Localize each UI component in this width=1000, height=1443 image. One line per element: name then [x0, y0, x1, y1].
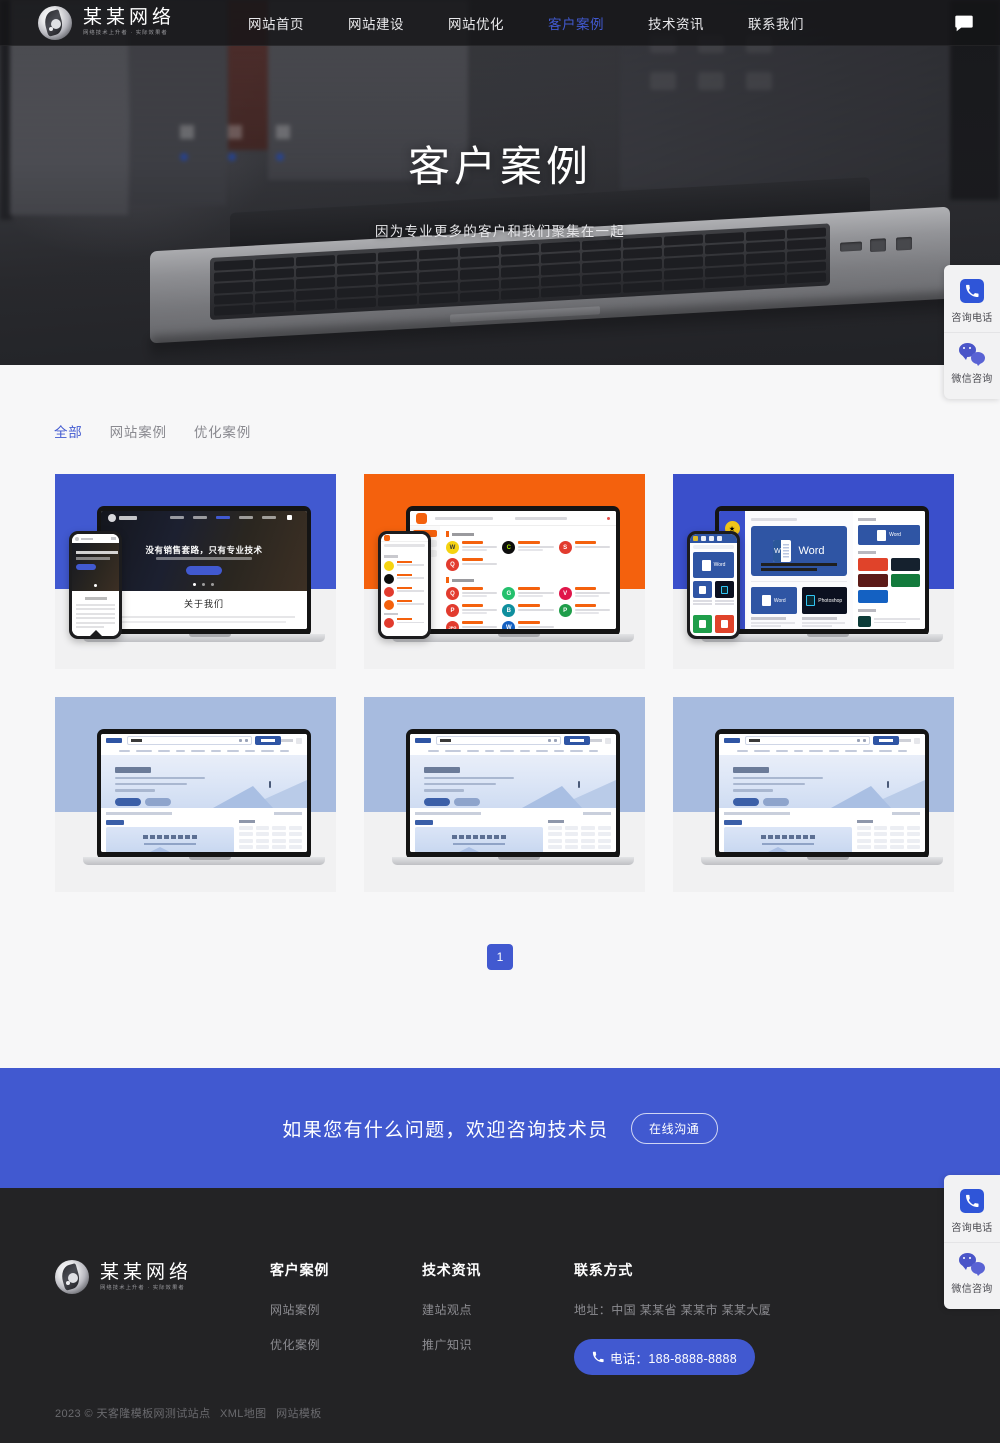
nav-item-website-build[interactable]: 网站建设	[348, 13, 404, 33]
copyright-text: 2023 © 天客隆模板网测试站点	[55, 1408, 211, 1420]
footer-link-promo-knowledge[interactable]: 推广知识	[422, 1336, 574, 1353]
footer-link-xml-sitemap[interactable]: XML地图	[220, 1408, 267, 1420]
footer-link-seo-cases[interactable]: 优化案例	[270, 1336, 422, 1353]
case1-headline: 没有销售套路，只有专业技术	[145, 545, 263, 555]
hero-banner: 客户案例 因为专业更多的客户和我们聚集在一起	[0, 0, 1000, 365]
cta-banner: 如果您有什么问题，欢迎咨询技术员 在线沟通	[0, 1068, 1000, 1188]
site-logo[interactable]: 某某网络 网络技术上升者 · 实际效果者	[38, 5, 176, 40]
wechat-icon	[959, 1253, 985, 1276]
page-subtitle: 因为专业更多的客户和我们聚集在一起	[375, 224, 625, 239]
cta-text: 如果您有什么问题，欢迎咨询技术员	[282, 1119, 609, 1141]
nav-item-news[interactable]: 技术资讯	[648, 13, 704, 33]
phone-icon	[960, 1189, 984, 1213]
phone-icon	[592, 1351, 604, 1363]
footer-column-news: 技术资讯 建站观点 推广知识	[422, 1260, 574, 1375]
logo-tagline: 网络技术上升者 · 实际效果者	[83, 30, 168, 37]
case-card[interactable]: ★● Word Word	[673, 474, 954, 669]
footer-address: 地址：中国 某某省 某某市 某某大厦	[574, 1303, 772, 1317]
pagination-page-1[interactable]: 1	[487, 944, 513, 970]
flame-circle-logo-icon	[38, 5, 72, 40]
main-navigation: 网站首页 网站建设 网站优化 客户案例 技术资讯 联系我们	[248, 13, 848, 33]
pagination: 1	[0, 944, 1000, 970]
main-content: 全部 网站案例 优化案例 没有销售套路，只有专业技术 关于我们 W C S Q …	[0, 365, 1000, 1068]
case-card[interactable]	[364, 697, 645, 892]
footer-logo[interactable]: 某某网络 网络技术上升者 · 实际效果者	[55, 1260, 270, 1294]
case1-section-title: 关于我们	[183, 599, 224, 610]
footer-logo-name: 某某网络	[100, 1261, 193, 1283]
case-card[interactable]	[55, 697, 336, 892]
footer-link-build-views[interactable]: 建站观点	[422, 1301, 574, 1318]
footer-column-cases: 客户案例 网站案例 优化案例	[270, 1260, 422, 1375]
nav-item-contact[interactable]: 联系我们	[748, 13, 804, 33]
footer-phone-text: 电话：188-8888-8888	[609, 1351, 738, 1366]
case-laptop-mockup: ★● Word Word	[701, 506, 943, 646]
logo-name: 某某网络	[83, 7, 176, 29]
footer-column-title: 客户案例	[270, 1262, 330, 1278]
filter-all[interactable]: 全部	[54, 421, 83, 441]
footer-column-title: 技术资讯	[422, 1262, 482, 1278]
case-card[interactable]	[673, 697, 954, 892]
floating-contact-widget: 咨询电话 微信咨询	[944, 1175, 1000, 1309]
case-card[interactable]: 没有销售套路，只有专业技术 关于我们	[55, 474, 336, 669]
chat-bubble-icon[interactable]	[953, 12, 975, 34]
wechat-icon	[959, 343, 985, 366]
footer-column-contact: 联系方式 地址：中国 某某省 某某市 某某大厦 电话：188-8888-8888	[574, 1260, 771, 1375]
float-widget-phone[interactable]: 咨询电话	[944, 273, 1000, 332]
nav-item-home[interactable]: 网站首页	[248, 13, 304, 33]
filter-seo-cases[interactable]: 优化案例	[194, 421, 251, 441]
case-laptop-mockup	[392, 729, 634, 869]
case-phone-mockup	[69, 531, 122, 639]
case-laptop-mockup: W C S Q Q G V P B P JPG W	[392, 506, 634, 646]
nav-item-website-seo[interactable]: 网站优化	[448, 13, 504, 33]
float-widget-wechat-label: 微信咨询	[951, 1284, 993, 1295]
float-widget-phone-label: 咨询电话	[951, 313, 993, 324]
page-title: 客户案例	[407, 143, 592, 190]
filter-website-cases[interactable]: 网站案例	[110, 421, 167, 441]
case-laptop-mockup	[701, 729, 943, 869]
footer-link-website-cases[interactable]: 网站案例	[270, 1301, 422, 1318]
nav-item-cases[interactable]: 客户案例	[548, 13, 604, 33]
cta-contact-button[interactable]: 在线沟通	[630, 1112, 718, 1144]
phone-icon	[960, 279, 984, 303]
floating-contact-widget: 咨询电话 微信咨询	[944, 265, 1000, 399]
case-laptop-mockup: 没有销售套路，只有专业技术 关于我们	[83, 506, 325, 646]
case-filter-tabs: 全部 网站案例 优化案例	[0, 365, 1000, 441]
case3-headline: Word	[798, 545, 825, 557]
footer-link-site-template[interactable]: 网站模板	[276, 1408, 322, 1420]
footer-logo-tagline: 网络技术上升者 · 实际效果者	[100, 1284, 185, 1291]
float-widget-wechat-label: 微信咨询	[951, 374, 993, 385]
case-phone-mockup	[378, 531, 431, 639]
float-widget-phone-label: 咨询电话	[951, 1223, 993, 1234]
case-grid: 没有销售套路，只有专业技术 关于我们 W C S Q Q G V P B P J…	[0, 441, 1000, 892]
footer-phone-button[interactable]: 电话：188-8888-8888	[574, 1339, 755, 1375]
site-footer: 某某网络 网络技术上升者 · 实际效果者 客户案例 网站案例 优化案例 技术资讯…	[0, 1188, 1000, 1443]
site-header: 某某网络 网络技术上升者 · 实际效果者 网站首页 网站建设 网站优化 客户案例…	[0, 0, 1000, 46]
float-widget-wechat[interactable]: 微信咨询	[944, 1242, 1000, 1303]
footer-column-title: 联系方式	[574, 1262, 634, 1278]
float-widget-wechat[interactable]: 微信咨询	[944, 332, 1000, 393]
case-laptop-mockup	[83, 729, 325, 869]
flame-circle-logo-icon	[55, 1260, 89, 1294]
case-phone-mockup: Word	[687, 531, 740, 639]
footer-copyright: 2023 © 天客隆模板网测试站点 XML地图 网站模板	[55, 1405, 322, 1421]
float-widget-phone[interactable]: 咨询电话	[944, 1183, 1000, 1242]
case-card[interactable]: W C S Q Q G V P B P JPG W	[364, 474, 645, 669]
